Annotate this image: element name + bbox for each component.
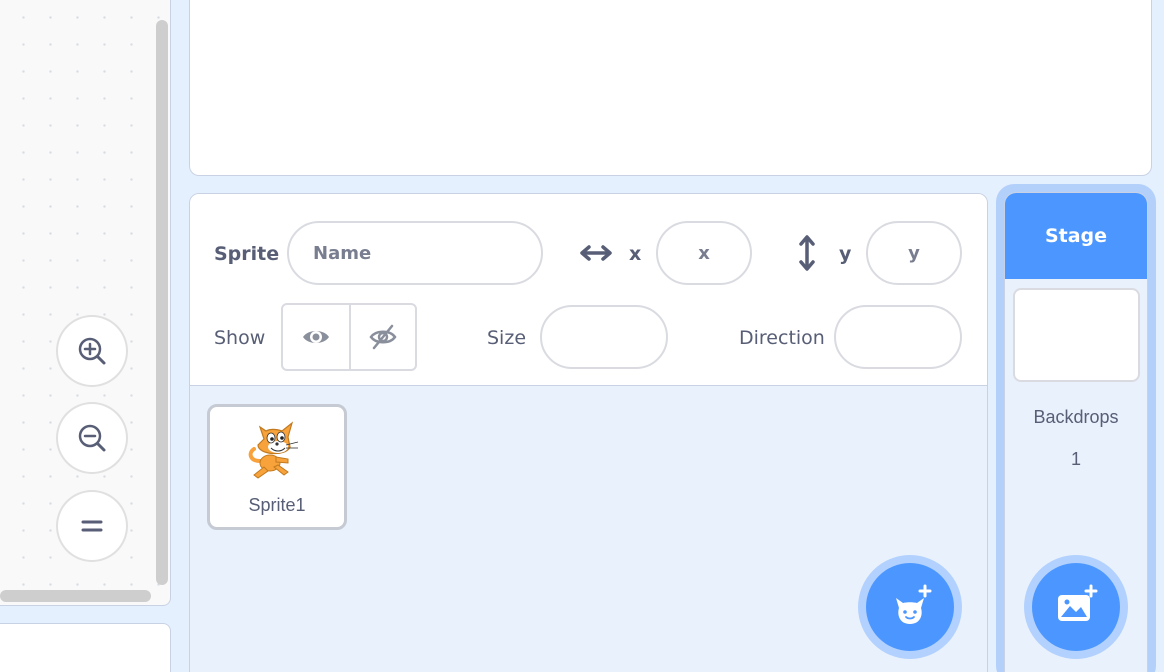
stage-thumbnail xyxy=(1013,288,1140,382)
vertical-arrow-icon xyxy=(799,235,815,271)
zoom-out-icon xyxy=(78,424,106,452)
code-workspace[interactable] xyxy=(0,0,171,606)
eye-icon xyxy=(303,331,329,343)
hide-sprite-button[interactable] xyxy=(349,305,415,369)
direction-input[interactable] xyxy=(834,305,962,369)
stage-header: Stage xyxy=(1005,193,1147,279)
zoom-reset-icon xyxy=(81,520,103,532)
visibility-toggle-group xyxy=(281,303,417,371)
stage-canvas[interactable] xyxy=(189,0,1152,176)
sprite-tile[interactable]: Sprite1 xyxy=(207,404,347,530)
sprite-label: Sprite xyxy=(214,243,280,265)
sprite-pane: Sprite x y Show xyxy=(189,193,988,672)
size-label: Size xyxy=(487,327,527,349)
backdrops-label: Backdrops xyxy=(1033,407,1119,427)
workspace-horizontal-scrollbar[interactable] xyxy=(0,590,151,602)
zoom-in-button[interactable] xyxy=(56,315,128,387)
zoom-reset-button[interactable] xyxy=(56,490,128,562)
y-label: y xyxy=(839,243,852,265)
add-sprite-cat-icon xyxy=(896,584,932,624)
sprite-info-panel: Sprite x y Show xyxy=(190,194,987,386)
add-sprite-button[interactable] xyxy=(858,555,962,659)
workspace-bottom-panel xyxy=(0,623,171,672)
stage-selector[interactable]: Stage Backdrops 1 xyxy=(1004,192,1148,672)
eye-slash-icon xyxy=(369,324,397,350)
x-label: x xyxy=(629,243,642,265)
horizontal-arrow-icon xyxy=(580,245,612,261)
show-sprite-button[interactable] xyxy=(283,305,349,369)
show-label: Show xyxy=(214,327,266,349)
sprite-name: Sprite1 xyxy=(248,495,306,515)
y-position-input[interactable] xyxy=(866,221,962,285)
workspace-vertical-scrollbar[interactable] xyxy=(156,20,168,585)
sprite-name-input[interactable] xyxy=(287,221,543,285)
zoom-out-button[interactable] xyxy=(56,402,128,474)
scratch-cat-thumbnail xyxy=(248,421,299,479)
zoom-in-icon xyxy=(78,337,106,365)
add-sprite-button-inner xyxy=(866,563,954,651)
direction-label: Direction xyxy=(739,327,825,349)
size-input[interactable] xyxy=(540,305,668,369)
add-backdrop-button[interactable] xyxy=(1024,555,1128,659)
backdrops-count: 1 xyxy=(1070,449,1081,469)
add-backdrop-image-icon xyxy=(1058,584,1098,621)
add-backdrop-button-inner xyxy=(1032,563,1120,651)
x-position-input[interactable] xyxy=(656,221,752,285)
